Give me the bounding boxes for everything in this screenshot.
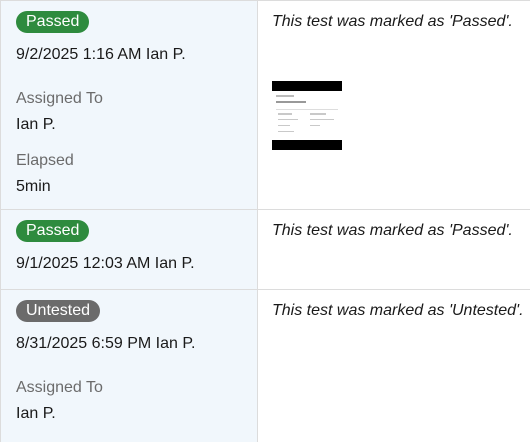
status-badge: Untested: [16, 300, 101, 322]
assigned-to-label: Assigned To: [16, 90, 103, 107]
status-badge: Passed: [16, 220, 90, 242]
screenshot-thumbnail-icon[interactable]: [272, 81, 342, 150]
result-comment: This test was marked as 'Passed'.: [272, 222, 513, 239]
test-results-list: Passed 9/2/2025 1:16 AM Ian P. Assigned …: [0, 0, 530, 442]
result-timestamp: 9/2/2025 1:16 AM: [16, 46, 142, 63]
elapsed-value: 5min: [16, 178, 51, 195]
result-row: Passed 9/2/2025 1:16 AM Ian P. Assigned …: [0, 1, 530, 210]
result-row: Passed 9/1/2025 12:03 AM Ian P. This tes…: [0, 210, 530, 290]
result-timestamp-line: 9/2/2025 1:16 AM Ian P.: [16, 45, 257, 65]
result-user: Ian P.: [154, 255, 195, 272]
assigned-to-value: Ian P.: [16, 116, 56, 133]
result-user: Ian P.: [155, 335, 196, 352]
result-comment: This test was marked as 'Untested'.: [272, 302, 524, 319]
result-timestamp-line: 8/31/2025 6:59 PM Ian P.: [16, 334, 257, 354]
result-comment-panel: This test was marked as 'Passed'.: [258, 210, 530, 289]
status-badge: Passed: [16, 11, 90, 33]
result-timestamp: 8/31/2025 6:59 PM: [16, 335, 152, 352]
result-meta-panel: Untested 8/31/2025 6:59 PM Ian P. Assign…: [0, 290, 258, 442]
thumbnail-top-bar: [272, 81, 342, 91]
elapsed-label: Elapsed: [16, 152, 74, 169]
result-user: Ian P.: [145, 46, 186, 63]
result-comment: This test was marked as 'Passed'.: [272, 13, 513, 30]
result-timestamp: 9/1/2025 12:03 AM: [16, 255, 151, 272]
result-meta-panel: Passed 9/1/2025 12:03 AM Ian P.: [0, 210, 258, 289]
result-meta-panel: Passed 9/2/2025 1:16 AM Ian P. Assigned …: [0, 1, 258, 209]
assigned-to-value: Ian P.: [16, 405, 56, 422]
thumbnail-bottom-bar: [272, 140, 342, 150]
result-comment-panel: This test was marked as 'Untested'.: [258, 290, 530, 442]
result-timestamp-line: 9/1/2025 12:03 AM Ian P.: [16, 254, 257, 274]
thumbnail-preview: [274, 93, 340, 137]
result-row: Untested 8/31/2025 6:59 PM Ian P. Assign…: [0, 290, 530, 442]
assigned-to-label: Assigned To: [16, 379, 103, 396]
result-comment-panel: This test was marked as 'Passed'.: [258, 1, 530, 209]
